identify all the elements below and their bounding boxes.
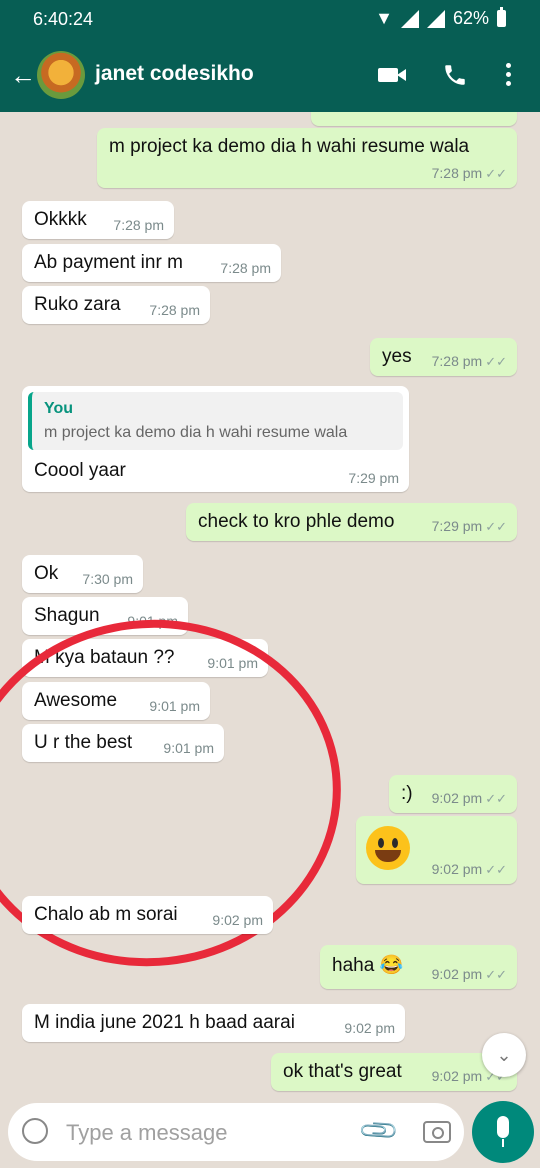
message-bubble-outgoing[interactable]: yes 7:28 pm ✓✓ (370, 338, 517, 376)
status-time: 6:40:24 (33, 9, 94, 29)
message-meta: 7:28 pm ✓✓ (431, 353, 507, 369)
battery-percent: 62% (452, 8, 489, 28)
double-check-icon: ✓✓ (485, 519, 507, 534)
message-bubble-outgoing[interactable]: check to kro phle demo 7:29 pm ✓✓ (186, 503, 517, 541)
message-time: 9:02 pm (344, 1020, 395, 1036)
message-text: Ruko zara (34, 294, 121, 315)
double-check-icon: ✓✓ (485, 354, 507, 369)
message-text: Chalo ab m sorai (34, 904, 178, 925)
battery-icon (497, 7, 506, 27)
message-text: Okkkk (34, 209, 87, 230)
quoted-sender: You (44, 400, 74, 417)
chat-header: ← janet codesikho (0, 38, 540, 112)
scroll-down-button[interactable]: ⌄ (482, 1033, 526, 1077)
signal-icon (400, 9, 419, 28)
avatar[interactable] (37, 51, 85, 99)
message-bubble-incoming[interactable]: Chalo ab m sorai 9:02 pm (22, 896, 273, 934)
message-text: yes (382, 346, 412, 367)
message-meta: 7:29 pm ✓✓ (431, 518, 507, 534)
message-bubble-incoming[interactable]: Okkkk 7:28 pm (22, 201, 174, 239)
video-call-icon[interactable] (378, 68, 406, 82)
message-text: ok that's great (283, 1061, 402, 1082)
mic-button[interactable] (472, 1101, 534, 1163)
message-meta: 9:02 pm ✓✓ (431, 966, 507, 982)
double-check-icon: ✓✓ (485, 166, 507, 181)
double-check-icon: ✓✓ (485, 862, 507, 877)
message-time: 7:29 pm (348, 470, 399, 486)
message-text: haha 😂 (332, 955, 404, 976)
double-check-icon: ✓✓ (485, 791, 507, 806)
message-time: 7:28 pm (220, 260, 271, 276)
double-check-icon: ✓✓ (485, 967, 507, 982)
double-chevron-down-icon: ⌄ (496, 1045, 512, 1065)
message-text: M india june 2021 h baad aarai (34, 1012, 295, 1033)
contact-name[interactable]: janet codesikho (95, 62, 254, 86)
message-bubble-emoji[interactable]: 9:02 pm ✓✓ (356, 816, 517, 884)
message-composer: 📎 (8, 1103, 464, 1161)
status-icons: ▼ 62% (375, 7, 506, 29)
message-time: 7:30 pm (82, 571, 133, 587)
message-bubble-partial[interactable] (311, 112, 517, 126)
message-meta: 7:28 pm ✓✓ (431, 165, 507, 181)
message-text: Coool yaar (34, 460, 126, 481)
message-time: 7:28 pm (113, 217, 164, 233)
chat-area[interactable]: m project ka demo dia h wahi resume wala… (0, 112, 540, 1094)
phone-icon[interactable] (442, 62, 468, 88)
message-time: 7:28 pm (149, 302, 200, 318)
message-time: 9:02 pm (212, 912, 263, 928)
camera-icon[interactable] (423, 1121, 451, 1143)
message-text: m project ka demo dia h wahi resume wala (109, 136, 470, 157)
message-bubble-outgoing[interactable]: ok that's great 9:02 pm ✓✓ (271, 1053, 517, 1091)
message-bubble-incoming[interactable]: Ok 7:30 pm (22, 555, 143, 593)
message-bubble-outgoing[interactable]: m project ka demo dia h wahi resume wala… (97, 128, 517, 188)
message-bubble-reply[interactable]: You m project ka demo dia h wahi resume … (22, 386, 409, 492)
message-text: check to kro phle demo (198, 511, 395, 532)
message-input[interactable] (64, 1115, 348, 1151)
message-text: Ok (34, 563, 59, 584)
signal-icon-2 (426, 9, 445, 28)
message-bubble-incoming[interactable]: Ruko zara 7:28 pm (22, 286, 210, 324)
message-text: Ab payment inr m (34, 252, 183, 273)
message-meta: 9:02 pm ✓✓ (431, 861, 507, 877)
attach-icon[interactable]: 📎 (357, 1108, 402, 1153)
message-text: :) (401, 783, 413, 804)
emoji-icon[interactable] (22, 1118, 48, 1144)
more-options-icon[interactable] (506, 63, 511, 90)
message-bubble-outgoing[interactable]: :) 9:02 pm ✓✓ (389, 775, 517, 813)
message-meta: 9:02 pm ✓✓ (431, 790, 507, 806)
status-bar: 6:40:24 ▼ 62% (0, 0, 540, 38)
grinning-face-emoji-icon (366, 826, 410, 870)
quoted-text: m project ka demo dia h wahi resume wala (44, 424, 348, 441)
message-bubble-incoming[interactable]: M india june 2021 h baad aarai 9:02 pm (22, 1004, 405, 1042)
wifi-icon: ▼ (375, 8, 393, 28)
message-bubble-incoming[interactable]: Ab payment inr m 7:28 pm (22, 244, 281, 282)
message-bubble-outgoing[interactable]: haha 😂 9:02 pm ✓✓ (320, 945, 517, 989)
back-arrow-icon[interactable]: ← (10, 62, 36, 88)
message-text: Shagun (34, 605, 100, 626)
quoted-message[interactable]: You m project ka demo dia h wahi resume … (28, 392, 403, 450)
